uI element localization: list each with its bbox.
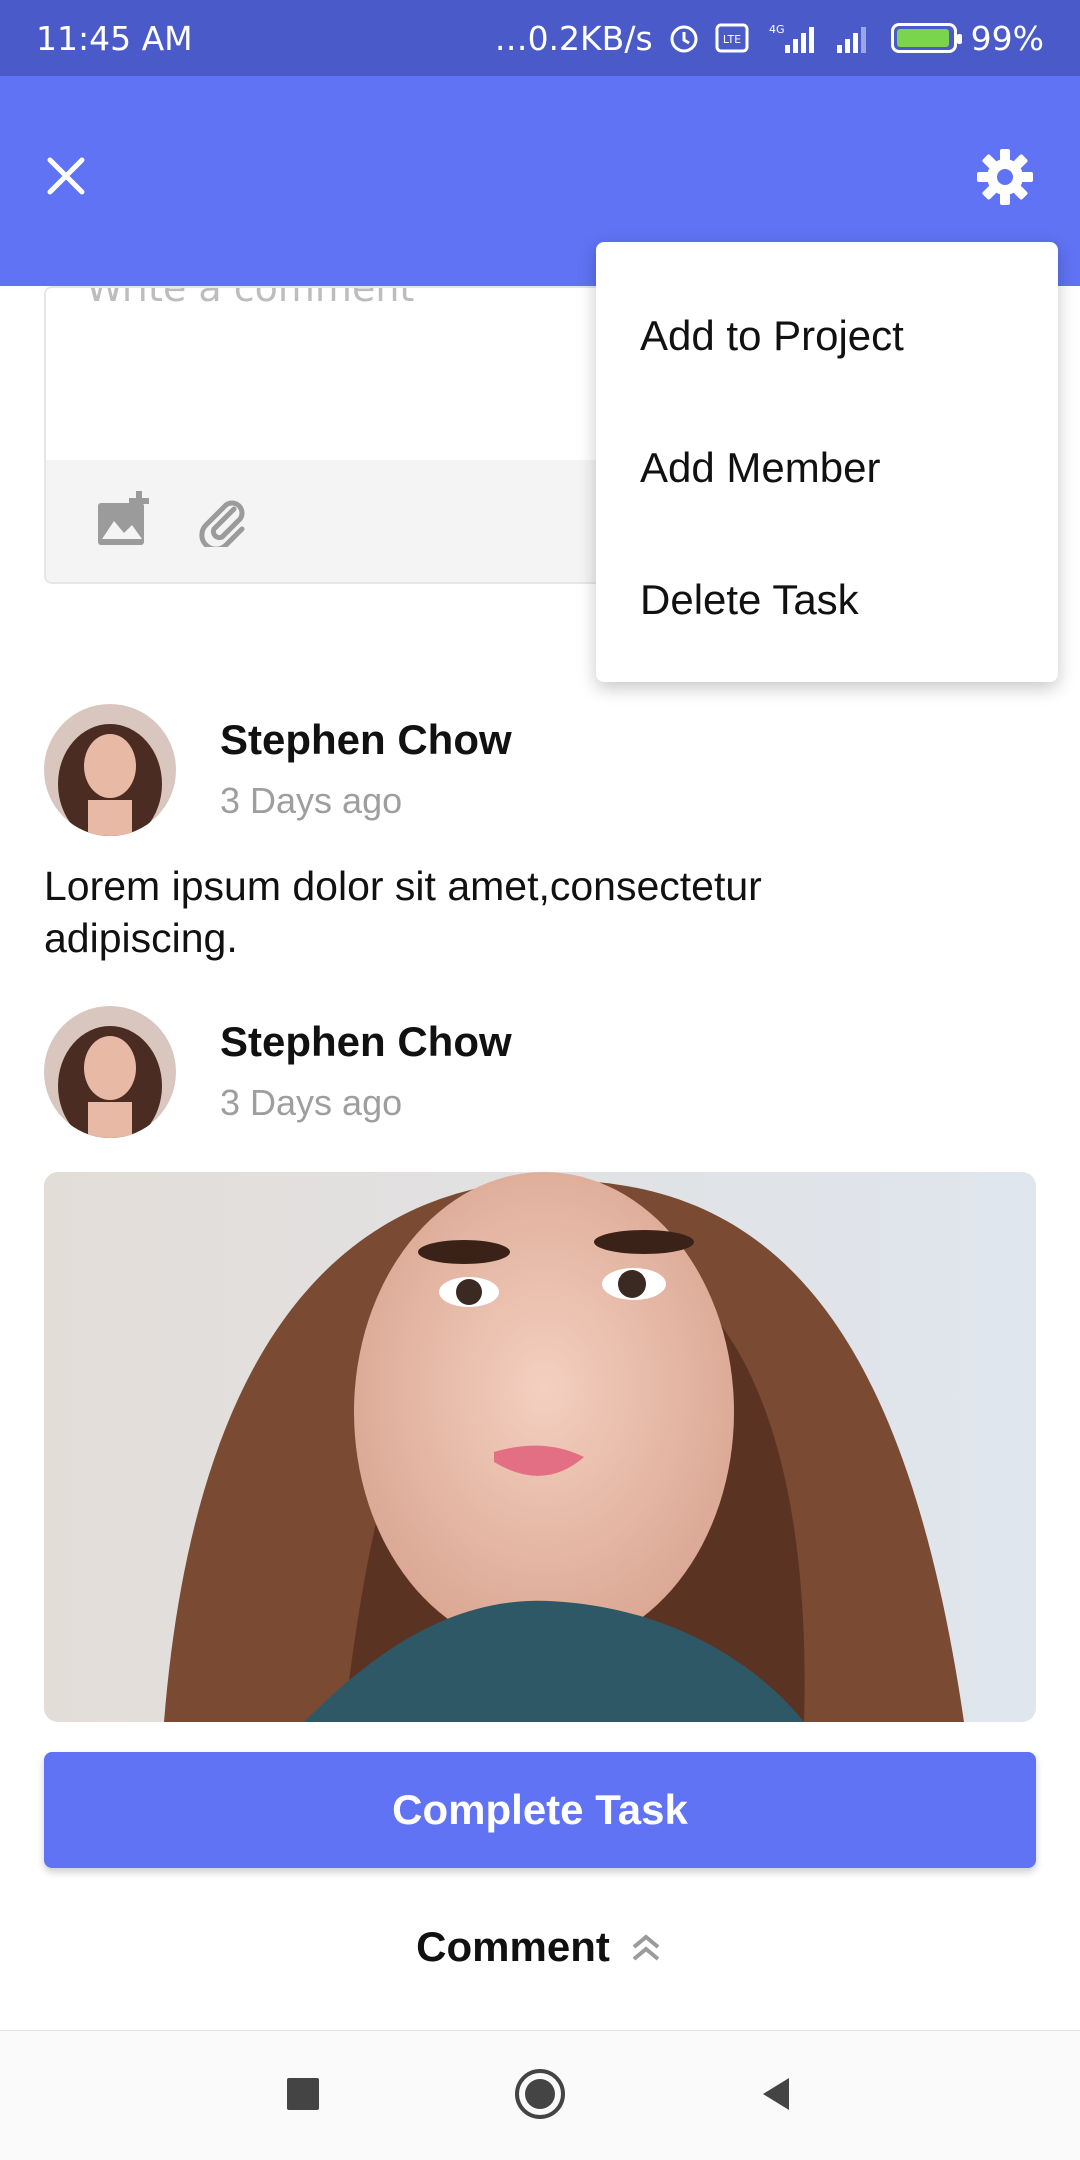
comment-toggle[interactable]: Comment	[0, 1912, 1080, 1982]
back-triangle-icon	[763, 2077, 789, 2110]
attachment-icon	[199, 500, 245, 552]
comment-toggle-label: Comment	[416, 1923, 610, 1970]
avatar[interactable]	[44, 1006, 176, 1138]
add-image-button[interactable]	[96, 491, 152, 551]
system-nav-bar	[0, 2030, 1080, 2160]
battery-percent: 99%	[970, 18, 1044, 58]
menu-item-delete-task[interactable]: Delete Task	[596, 534, 1058, 666]
recents-button[interactable]	[283, 2074, 323, 2118]
close-icon	[47, 157, 85, 195]
add-image-icon	[98, 491, 149, 545]
square-icon	[287, 2077, 319, 2110]
signal-4g-icon: 4G	[763, 21, 819, 55]
comment-text: Lorem ipsum dolor sit amet,consectetur a…	[44, 863, 762, 961]
home-button[interactable]	[513, 2067, 567, 2125]
double-chevron-up-icon	[632, 1934, 660, 1961]
comment-time: 3 Days ago	[220, 1082, 403, 1123]
settings-button[interactable]	[972, 144, 1038, 210]
svg-text:LTE: LTE	[722, 33, 740, 46]
status-time: 11:45 AM	[36, 18, 193, 58]
back-button[interactable]	[757, 2074, 797, 2118]
menu-item-add-member[interactable]: Add Member	[596, 402, 1058, 534]
attach-button[interactable]	[194, 491, 250, 552]
network-speed: …0.2KB/s	[494, 18, 653, 58]
menu-item-add-to-project[interactable]: Add to Project	[596, 270, 1058, 402]
signal-icon	[833, 21, 877, 55]
volte-icon: LTE	[715, 23, 749, 53]
battery-charging-icon	[890, 23, 962, 53]
complete-task-button[interactable]: Complete Task	[44, 1752, 1036, 1868]
alarm-icon	[667, 21, 701, 55]
comment-item: Stephen Chow 3 Days ago	[44, 1006, 1036, 1146]
gear-icon	[977, 149, 1033, 205]
status-icons: …0.2KB/s LTE 4G 99%	[495, 19, 1044, 58]
comment-placeholder: Write a comment	[86, 286, 415, 310]
avatar[interactable]	[44, 704, 176, 836]
svg-text:4G: 4G	[769, 23, 785, 36]
comment-item: Stephen Chow 3 Days ago Lorem ipsum dolo…	[44, 704, 1036, 964]
comment-time: 3 Days ago	[220, 780, 403, 821]
comment-author[interactable]: Stephen Chow	[220, 1018, 512, 1066]
close-button[interactable]	[38, 148, 94, 204]
comment-photo[interactable]	[44, 1172, 1036, 1722]
status-bar: 11:45 AM …0.2KB/s LTE 4G 99%	[0, 0, 1080, 76]
home-circle-icon	[515, 2068, 565, 2119]
comment-author[interactable]: Stephen Chow	[220, 716, 512, 764]
task-options-menu: Add to Project Add Member Delete Task	[596, 242, 1058, 682]
